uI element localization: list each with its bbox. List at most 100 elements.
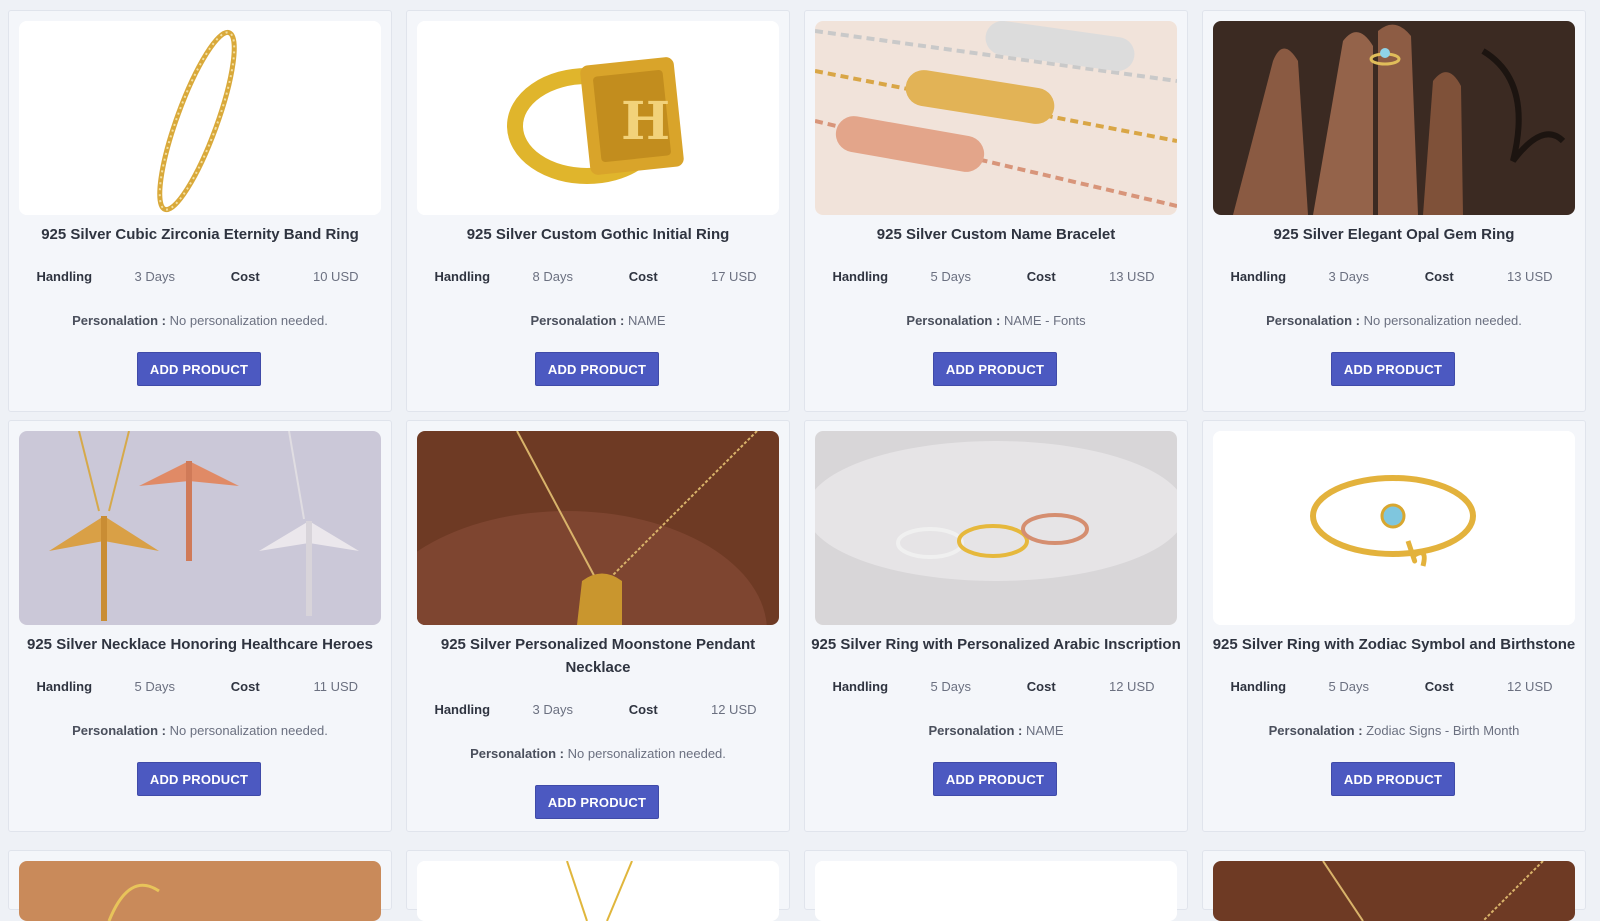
- personalization: Personalation : No personalization neede…: [15, 313, 385, 328]
- product-image-arabic-ring[interactable]: [815, 431, 1177, 625]
- cost-value: 12 USD: [1108, 679, 1155, 694]
- product-card: 925 Silver Ring with Personalized Arabic…: [804, 420, 1188, 832]
- handling-label: Handling: [1230, 269, 1287, 284]
- cost-label: Cost: [1026, 269, 1056, 284]
- add-product-button[interactable]: ADD PRODUCT: [933, 762, 1057, 796]
- product-title: 925 Silver Cubic Zirconia Eternity Band …: [41, 226, 359, 243]
- cost-label: Cost: [1026, 679, 1056, 694]
- cost-label: Cost: [230, 679, 260, 694]
- product-photo-icon: [815, 861, 1177, 921]
- personalization-value: No personalization needed.: [169, 313, 328, 328]
- product-image-opal-ring[interactable]: [1213, 21, 1575, 215]
- product-title: 925 Silver Ring with Personalized Arabic…: [811, 636, 1181, 653]
- product-card: H 925 Silver Custom Gothic Initial Ring …: [406, 10, 790, 412]
- handling-label: Handling: [1230, 679, 1287, 694]
- cost-label: Cost: [628, 269, 658, 284]
- personalization: Personalation : Zodiac Signs - Birth Mon…: [1209, 723, 1579, 738]
- cost-label: Cost: [1424, 679, 1454, 694]
- product-title: 925 Silver Necklace Honoring Healthcare …: [27, 636, 373, 653]
- personalization-value: No personalization needed.: [169, 723, 328, 738]
- product-meta: Handling 5 Days Cost 11 USD: [19, 679, 381, 694]
- product-image-zodiac-ring[interactable]: [1213, 431, 1575, 625]
- arabic-rings-icon: [815, 431, 1177, 625]
- product-meta: Handling 5 Days Cost 12 USD: [1213, 679, 1575, 694]
- personalization-value: NAME: [627, 313, 666, 328]
- handling-label: Handling: [832, 679, 889, 694]
- cost-value: 17 USD: [710, 269, 757, 284]
- product-meta: Handling 3 Days Cost 13 USD: [1213, 269, 1575, 284]
- personalization-label: Personalation :: [530, 313, 625, 328]
- product-card: 925 Silver Personalized Moonstone Pendan…: [406, 420, 790, 832]
- handling-value: 5 Days: [930, 679, 971, 694]
- add-product-button[interactable]: ADD PRODUCT: [535, 785, 659, 819]
- product-title: 925 Silver Custom Gothic Initial Ring: [466, 226, 730, 243]
- cost-value: 12 USD: [1506, 679, 1553, 694]
- handling-value: 5 Days: [134, 679, 175, 694]
- product-title: 925 Silver Custom Name Bracelet: [876, 226, 1116, 243]
- cost-value: 12 USD: [710, 702, 757, 717]
- personalization-value: No personalization needed.: [1363, 313, 1522, 328]
- handling-value: 5 Days: [1328, 679, 1369, 694]
- cost-value: 11 USD: [313, 679, 359, 694]
- necklace-photo-icon: [417, 861, 779, 921]
- product-meta: Handling 5 Days Cost 13 USD: [815, 269, 1177, 284]
- product-card: 925 Silver Cubic Zirconia Eternity Band …: [8, 10, 392, 412]
- product-image-caduceus-necklace[interactable]: [19, 431, 381, 625]
- add-product-button[interactable]: ADD PRODUCT: [1331, 352, 1455, 386]
- product-card: 925 Silver Elegant Opal Gem Ring Handlin…: [1202, 10, 1586, 412]
- personalization: Personalation : NAME - Fonts: [811, 313, 1181, 328]
- product-image-partial[interactable]: [417, 861, 779, 921]
- product-card: 925 Silver Necklace Honoring Healthcare …: [8, 420, 392, 832]
- handling-label: Handling: [434, 269, 491, 284]
- handling-value: 8 Days: [532, 269, 573, 284]
- handling-value: 5 Days: [930, 269, 971, 284]
- personalization-label: Personalation :: [72, 313, 166, 328]
- product-image-partial[interactable]: [815, 861, 1177, 921]
- product-image-moonstone-pendant[interactable]: [417, 431, 779, 625]
- product-card: [1202, 850, 1586, 921]
- svg-text:H: H: [621, 91, 670, 152]
- cost-value: 13 USD: [1108, 269, 1155, 284]
- hand-with-ring-icon: [1213, 21, 1575, 215]
- product-image-eternity-ring[interactable]: [19, 21, 381, 215]
- moonstone-pendant-icon: [417, 431, 779, 625]
- handling-label: Handling: [832, 269, 889, 284]
- product-card: [8, 850, 392, 921]
- personalization-label: Personalation :: [72, 723, 166, 738]
- bracelet-photo-icon: [19, 861, 381, 921]
- product-image-name-bracelet[interactable]: [815, 21, 1177, 215]
- handling-label: Handling: [36, 679, 93, 694]
- personalization-value: NAME - Fonts: [1003, 313, 1086, 328]
- personalization: Personalation : No personalization neede…: [15, 723, 385, 738]
- add-product-button[interactable]: ADD PRODUCT: [933, 352, 1057, 386]
- add-product-button[interactable]: ADD PRODUCT: [137, 352, 261, 386]
- product-meta: Handling 3 Days Cost 12 USD: [417, 702, 779, 717]
- personalization-label: Personalation :: [1266, 313, 1360, 328]
- product-card: 925 Silver Ring with Zodiac Symbol and B…: [1202, 420, 1586, 832]
- personalization: Personalation : NAME: [811, 723, 1181, 738]
- personalization-value: No personalization needed.: [567, 746, 726, 761]
- product-card: [406, 850, 790, 921]
- add-product-button[interactable]: ADD PRODUCT: [137, 762, 261, 796]
- product-image-partial[interactable]: [1213, 861, 1575, 921]
- eternity-ring-icon: [19, 21, 381, 215]
- add-product-button[interactable]: ADD PRODUCT: [535, 352, 659, 386]
- personalization: Personalation : NAME: [413, 313, 783, 328]
- product-card: 925 Silver Custom Name Bracelet Handling…: [804, 10, 1188, 412]
- cost-label: Cost: [1424, 269, 1454, 284]
- personalization: Personalation : No personalization neede…: [1209, 313, 1579, 328]
- personalization-label: Personalation :: [928, 723, 1023, 738]
- product-image-partial[interactable]: [19, 861, 381, 921]
- handling-label: Handling: [36, 269, 93, 284]
- zodiac-ring-icon: [1213, 431, 1575, 625]
- personalization-value: Zodiac Signs - Birth Month: [1366, 723, 1520, 738]
- handling-value: 3 Days: [532, 702, 573, 717]
- add-product-button[interactable]: ADD PRODUCT: [1331, 762, 1455, 796]
- product-image-gothic-ring[interactable]: H: [417, 21, 779, 215]
- personalization-label: Personalation :: [906, 313, 1001, 328]
- personalization-label: Personalation :: [470, 746, 564, 761]
- pendant-photo-icon: [1213, 861, 1575, 921]
- cost-value: 10 USD: [312, 269, 359, 284]
- personalization: Personalation : No personalization neede…: [413, 746, 783, 761]
- personalization-label: Personalation :: [1268, 723, 1363, 738]
